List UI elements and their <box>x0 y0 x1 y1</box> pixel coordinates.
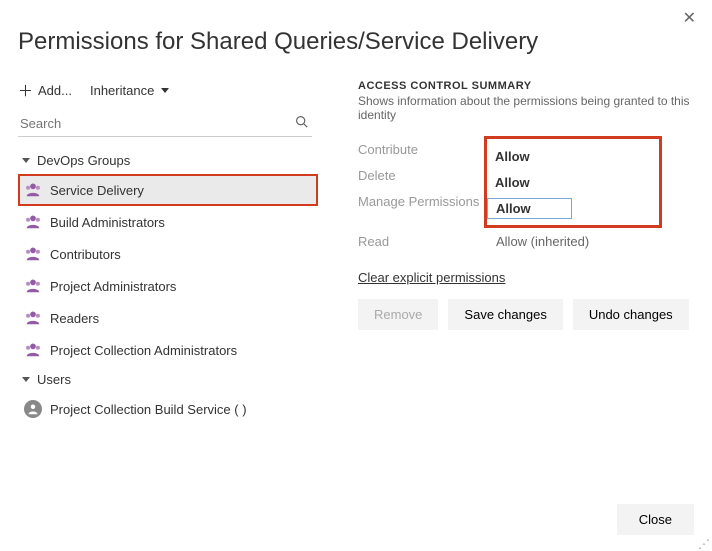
sidebar-item-label: Project Administrators <box>50 279 176 294</box>
group-icon <box>24 213 42 231</box>
resize-grip-icon: ⋰ <box>698 541 710 547</box>
sidebar-item-label: Build Administrators <box>50 215 165 230</box>
sidebar-item-build-admins[interactable]: Build Administrators <box>18 206 318 238</box>
perm-label-read: Read <box>358 234 488 249</box>
add-label: Add... <box>38 83 72 98</box>
search-wrap <box>18 111 312 137</box>
perm-label-contribute: Contribute <box>358 142 488 157</box>
close-icon[interactable]: ✕ <box>683 8 696 28</box>
search-icon <box>295 115 308 131</box>
close-button[interactable]: Close <box>617 504 694 535</box>
inheritance-dropdown[interactable]: Inheritance <box>90 83 169 98</box>
highlight-box: Allow Allow Allow <box>484 136 662 228</box>
add-button[interactable]: ＋ Add... <box>18 80 72 101</box>
group-icon <box>24 277 42 295</box>
group-icon <box>24 181 42 199</box>
right-panel: ACCESS CONTROL SUMMARY Shows information… <box>318 80 712 425</box>
sidebar-item-label: Project Collection Build Service ( ) <box>50 402 247 417</box>
plus-icon: ＋ <box>18 80 33 101</box>
group-header-label: DevOps Groups <box>37 153 130 168</box>
clear-permissions-link[interactable]: Clear explicit permissions <box>358 270 505 285</box>
group-header-users[interactable]: Users <box>18 366 318 393</box>
group-header-devops[interactable]: DevOps Groups <box>18 147 318 174</box>
chevron-down-icon <box>22 158 30 163</box>
group-icon <box>24 341 42 359</box>
remove-button[interactable]: Remove <box>358 299 438 330</box>
sidebar-item-label: Readers <box>50 311 99 326</box>
undo-changes-button[interactable]: Undo changes <box>573 299 689 330</box>
perm-value-contribute[interactable]: Allow <box>487 147 538 166</box>
sidebar-item-label: Service Delivery <box>50 183 144 198</box>
summary-subtitle: Shows information about the permissions … <box>358 94 694 122</box>
perm-value-read[interactable]: Allow (inherited) <box>488 232 597 251</box>
sidebar-item-label: Contributors <box>50 247 121 262</box>
inheritance-label: Inheritance <box>90 83 154 98</box>
sidebar-item-readers[interactable]: Readers <box>18 302 318 334</box>
group-icon <box>24 309 42 327</box>
dialog-title: Permissions for Shared Queries/Service D… <box>0 0 712 56</box>
sidebar-item-project-admins[interactable]: Project Administrators <box>18 270 318 302</box>
perm-value-manage[interactable]: Allow <box>487 198 572 219</box>
search-input[interactable] <box>18 111 312 136</box>
sidebar-item-label: Project Collection Administrators <box>50 343 237 358</box>
sidebar-item-service-delivery[interactable]: Service Delivery <box>18 174 318 206</box>
perm-label-delete: Delete <box>358 168 488 183</box>
perm-label-manage: Manage Permissions <box>358 194 488 209</box>
chevron-down-icon <box>22 377 30 382</box>
perm-value-delete[interactable]: Allow <box>487 173 538 192</box>
user-icon <box>24 400 42 418</box>
sidebar-item-build-service[interactable]: Project Collection Build Service ( ) <box>18 393 318 425</box>
summary-title: ACCESS CONTROL SUMMARY <box>358 80 694 92</box>
sidebar-item-contributors[interactable]: Contributors <box>18 238 318 270</box>
group-icon <box>24 245 42 263</box>
save-changes-button[interactable]: Save changes <box>448 299 562 330</box>
group-header-label: Users <box>37 372 71 387</box>
sidebar-item-proj-coll-admins[interactable]: Project Collection Administrators <box>18 334 318 366</box>
chevron-down-icon <box>161 88 169 93</box>
left-panel: ＋ Add... Inheritance DevOps Groups Servi… <box>18 80 318 425</box>
